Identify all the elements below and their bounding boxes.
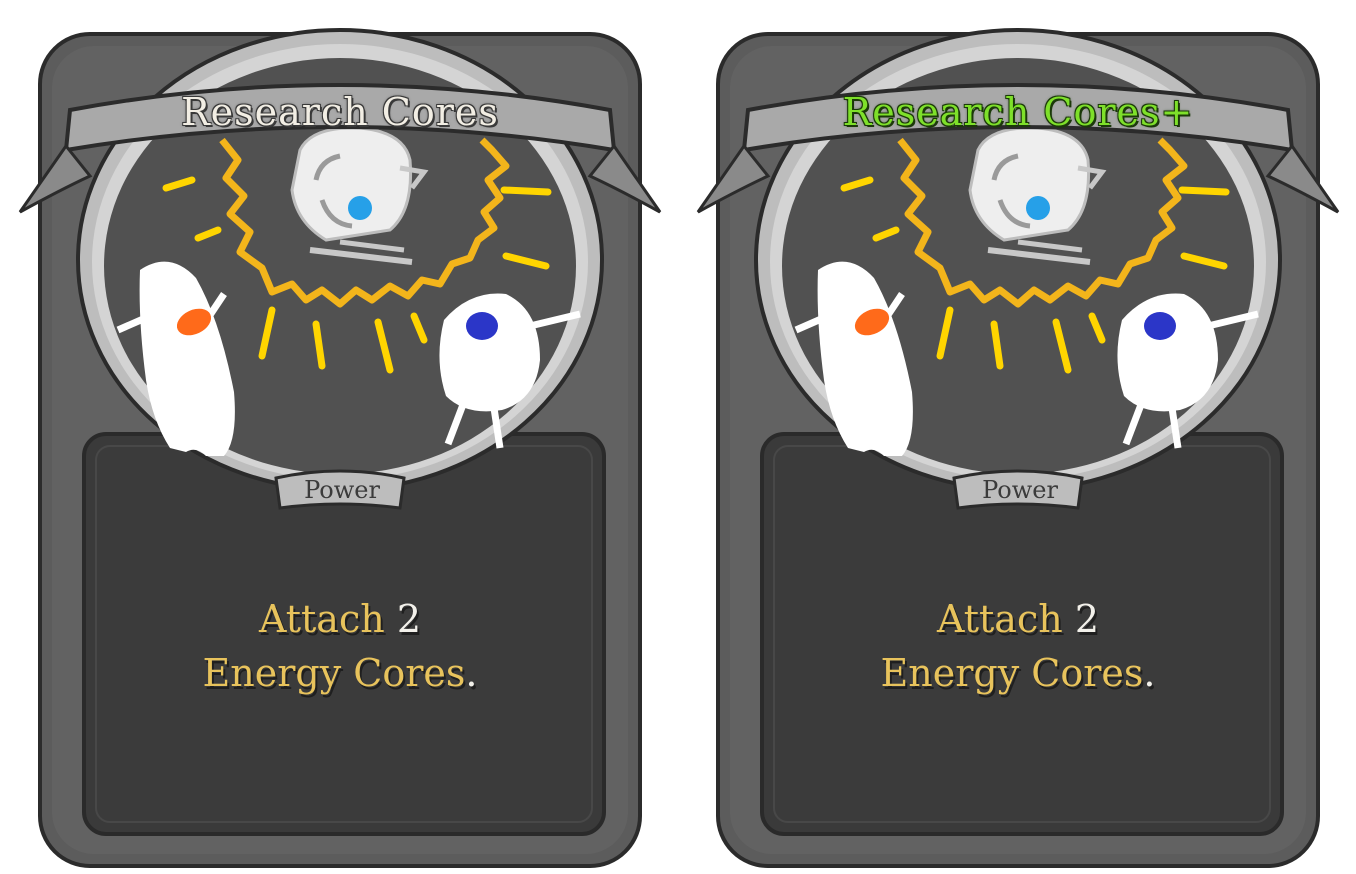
desc-keyword: Energy Cores [880, 651, 1144, 695]
card-base[interactable]: Research Cores Power Attach 2 Energy Cor… [0, 0, 680, 874]
desc-amount: 2 [1074, 597, 1099, 641]
desc-period: . [1143, 651, 1156, 695]
card-comparison: Research Cores Power Attach 2 Energy Cor… [0, 0, 1356, 874]
card-type-label: Power [304, 476, 380, 504]
card-description: Attach 2 Energy Cores. [788, 592, 1248, 700]
desc-period: . [465, 651, 478, 695]
card-upgraded[interactable]: Research Cores+ Power Attach 2 Energy Co… [678, 0, 1356, 874]
card-type-label: Power [982, 476, 1058, 504]
card-description: Attach 2 Energy Cores. [110, 592, 570, 700]
card-title: Research Cores [181, 90, 499, 134]
card-title: Research Cores+ [842, 90, 1194, 134]
desc-attach: Attach [258, 597, 385, 641]
desc-keyword: Energy Cores [202, 651, 466, 695]
desc-amount: 2 [396, 597, 421, 641]
desc-attach: Attach [936, 597, 1063, 641]
